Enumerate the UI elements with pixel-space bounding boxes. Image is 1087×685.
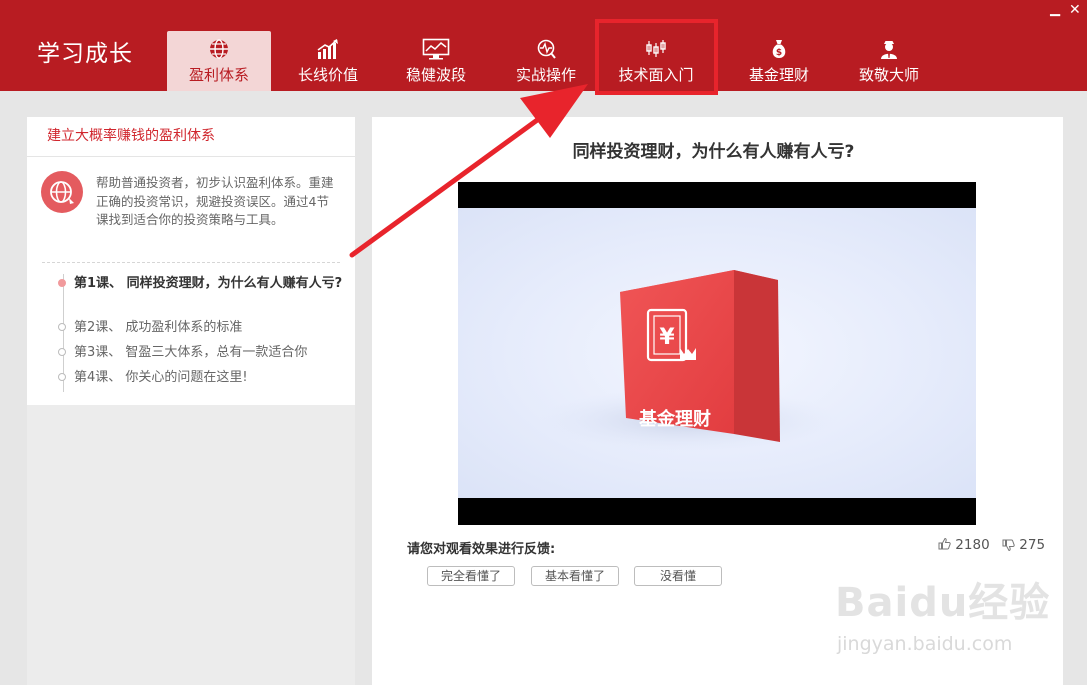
svg-text:¥: ¥ bbox=[659, 325, 675, 350]
tab-label: 长线价值 bbox=[297, 66, 358, 84]
baidu-watermark: Baidu经验 bbox=[835, 580, 1051, 626]
tab-fund-finance[interactable]: $ 基金理财 bbox=[727, 31, 831, 91]
tab-label: 实战操作 bbox=[515, 66, 576, 84]
lesson-label: 第2课、 成功盈利体系的标准 bbox=[74, 320, 243, 335]
fund-cube-graphic: ¥ bbox=[538, 270, 838, 452]
cube-label: 基金理财 bbox=[639, 409, 711, 430]
like-count: 2180 bbox=[955, 537, 990, 553]
video-player[interactable]: ¥ 基金理财 bbox=[458, 182, 976, 525]
tab-pay-tribute-masters[interactable]: 致敬大师 bbox=[837, 31, 941, 91]
globe-dollar-icon bbox=[167, 38, 271, 60]
tab-practical-operation[interactable]: 实战操作 bbox=[494, 31, 598, 91]
lesson-dot bbox=[58, 348, 66, 356]
tab-long-term-value[interactable]: 长线价值 bbox=[276, 31, 380, 91]
tab-label: 盈利体系 bbox=[188, 66, 249, 84]
lesson-item-1[interactable]: 第1课、 同样投资理财，为什么有人赚有人亏? bbox=[58, 274, 344, 293]
lesson-item-4[interactable]: 第4课、 你关心的问题在这里! bbox=[58, 368, 344, 387]
like-button[interactable]: 2180 bbox=[938, 537, 990, 553]
top-nav-bar: 学习成长 ▁ ✕ 盈利体系 长线价值 稳健波段 实战操作 技术面入门 $ 基金理… bbox=[0, 0, 1087, 91]
tab-label: 致敬大师 bbox=[858, 66, 919, 84]
lesson-title: 同样投资理财，为什么有人赚有人亏? bbox=[572, 142, 855, 162]
tab-steady-swing[interactable]: 稳健波段 bbox=[384, 31, 488, 91]
lesson-dot bbox=[58, 373, 66, 381]
app-title: 学习成长 bbox=[37, 41, 133, 67]
tab-label: 稳健波段 bbox=[405, 66, 466, 84]
tab-label: 基金理财 bbox=[748, 66, 809, 84]
lesson-item-2[interactable]: 第2课、 成功盈利体系的标准 bbox=[58, 318, 344, 337]
lesson-dot bbox=[58, 279, 66, 287]
course-sidebar: 建立大概率赚钱的盈利体系 帮助普通投资者，初步认识盈利体系。重建正确的投资常识，… bbox=[27, 117, 355, 405]
thumbs-up-icon bbox=[938, 537, 951, 550]
sidebar-header: 建立大概率赚钱的盈利体系 bbox=[27, 117, 355, 157]
feedback-label: 请您对观看效果进行反馈: bbox=[407, 542, 556, 557]
video-frame: ¥ 基金理财 bbox=[458, 208, 976, 498]
target-pulse-icon bbox=[494, 38, 598, 60]
not-understood-button[interactable]: 没看懂 bbox=[634, 566, 722, 586]
minimize-button[interactable]: ▁ bbox=[1050, 3, 1060, 17]
sidebar-empty-area bbox=[27, 405, 355, 685]
dislike-count: 275 bbox=[1019, 537, 1046, 553]
watermark-url: jingyan.baidu.com bbox=[837, 633, 1013, 655]
lesson-label: 第3课、 智盈三大体系，总有一款适合你 bbox=[74, 345, 308, 360]
dislike-button[interactable]: 275 bbox=[1002, 537, 1045, 553]
monitor-chart-icon bbox=[384, 38, 488, 60]
fully-understood-button[interactable]: 完全看懂了 bbox=[427, 566, 515, 586]
mostly-understood-button[interactable]: 基本看懂了 bbox=[531, 566, 619, 586]
close-button[interactable]: ✕ bbox=[1069, 3, 1081, 17]
money-bag-icon: $ bbox=[727, 38, 831, 60]
svg-text:$: $ bbox=[776, 48, 782, 58]
lesson-label: 第1课、 同样投资理财，为什么有人赚有人亏? bbox=[74, 276, 343, 291]
lesson-item-3[interactable]: 第3课、 智盈三大体系，总有一款适合你 bbox=[58, 343, 344, 362]
globe-arrow-icon bbox=[41, 171, 83, 213]
lesson-label: 第4课、 你关心的问题在这里! bbox=[74, 370, 248, 385]
master-person-icon bbox=[837, 38, 941, 60]
lesson-dot bbox=[58, 323, 66, 331]
divider bbox=[42, 262, 340, 263]
rising-chart-icon bbox=[276, 38, 380, 60]
thumbs-down-icon bbox=[1002, 539, 1015, 552]
course-intro: 帮助普通投资者，初步认识盈利体系。重建正确的投资常识，规避投资误区。通过4节课找… bbox=[96, 175, 334, 227]
annotation-highlight-box bbox=[595, 19, 718, 95]
tab-profit-system[interactable]: 盈利体系 bbox=[167, 31, 271, 91]
